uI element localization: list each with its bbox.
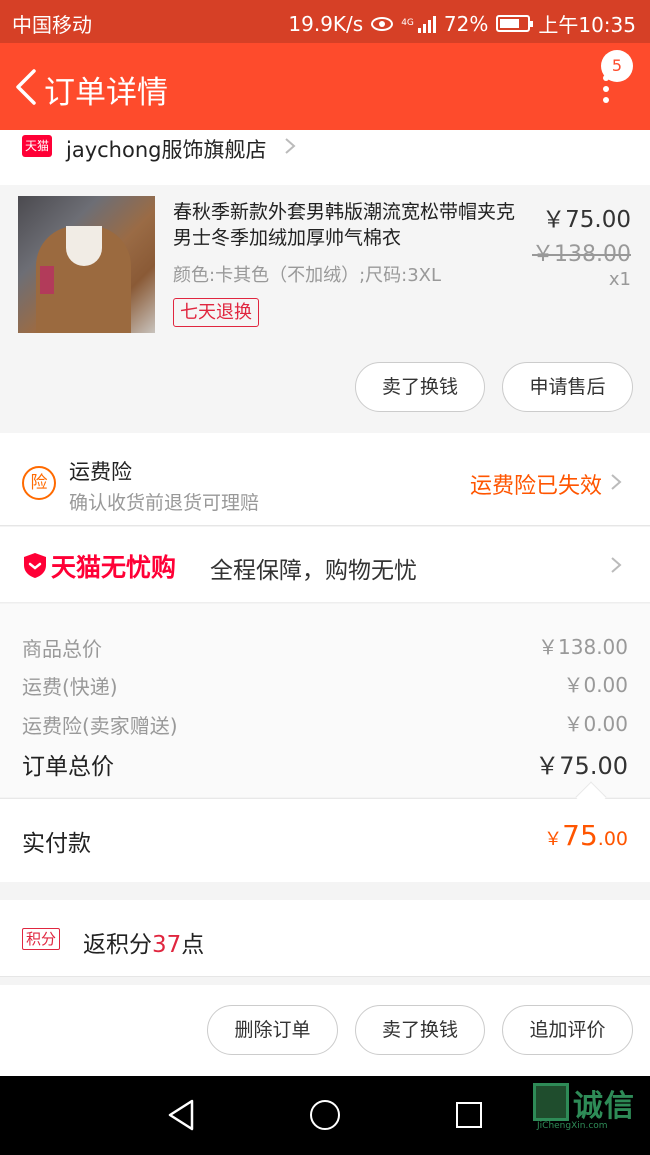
points-row: 积分 返积分37点 bbox=[0, 900, 650, 977]
price-summary: 商品总价 ￥138.00 运费(快递) ￥0.00 运费险(卖家赠送) ￥0.0… bbox=[0, 604, 650, 797]
guarantee-text: 全程保障，购物无忧 bbox=[210, 558, 417, 584]
status-icons: 19.9K/s 4G 72% 上午10:35 bbox=[288, 9, 636, 38]
order-total-value: ￥75.00 bbox=[535, 752, 628, 780]
eye-icon bbox=[371, 16, 394, 31]
summary-value: ￥0.00 bbox=[563, 712, 628, 736]
freight-insurance-row[interactable]: 险 运费险 确认收货前退货可理赔 运费险已失效 bbox=[0, 433, 650, 526]
insurance-icon: 险 bbox=[22, 466, 56, 500]
clock: 上午10:35 bbox=[538, 13, 636, 37]
product-price: ￥75.00 bbox=[542, 207, 631, 233]
home-circle-icon[interactable] bbox=[310, 1100, 340, 1130]
product-title[interactable]: 春秋季新款外套男韩版潮流宽松带帽夹克男士冬季加绒加厚帅气棉衣 bbox=[173, 199, 523, 251]
original-price: ￥138.00 bbox=[532, 242, 631, 267]
store-row[interactable]: 天猫 jaychong服饰旗舰店 bbox=[0, 130, 650, 185]
chevron-right-icon bbox=[285, 138, 296, 154]
return-policy-badge: 七天退换 bbox=[173, 298, 259, 327]
tmall-guarantee-row[interactable]: 天猫无忧购 全程保障，购物无忧 bbox=[0, 527, 650, 603]
paid-amount-row: 实付款 ￥75.00 bbox=[0, 798, 650, 882]
status-bar: 中国移动 19.9K/s 4G 72% 上午10:35 bbox=[0, 0, 650, 43]
insurance-status[interactable]: 运费险已失效 bbox=[470, 468, 602, 500]
points-text: 返积分37点 bbox=[83, 932, 205, 958]
delete-order-button[interactable]: 删除订单 bbox=[207, 1005, 338, 1055]
guarantee-brand: 天猫无忧购 bbox=[51, 553, 177, 582]
summary-label: 运费险(卖家赠送) bbox=[22, 714, 178, 738]
recent-apps-icon[interactable] bbox=[456, 1102, 482, 1128]
product-sku: 颜色:卡其色（不加绒）;尺码:3XL bbox=[173, 265, 442, 286]
store-name[interactable]: jaychong服饰旗舰店 bbox=[66, 134, 266, 164]
resell-button[interactable]: 卖了换钱 bbox=[355, 362, 485, 412]
points-tag: 积分 bbox=[22, 928, 61, 950]
product-card[interactable]: 春秋季新款外套男韩版潮流宽松带帽夹克男士冬季加绒加厚帅气棉衣 颜色:卡其色（不加… bbox=[0, 185, 650, 433]
system-nav-bar: 诚信 JiChengXin.com bbox=[0, 1076, 650, 1155]
page-title: 订单详情 bbox=[44, 75, 168, 111]
action-bar: 删除订单 卖了换钱 追加评价 bbox=[0, 985, 650, 1076]
battery-icon bbox=[496, 15, 534, 32]
product-image[interactable] bbox=[18, 196, 155, 333]
carrier-name: 中国移动 bbox=[12, 13, 92, 37]
product-quantity: x1 bbox=[608, 269, 631, 290]
signal-icon bbox=[417, 15, 436, 33]
chevron-left-icon[interactable] bbox=[12, 67, 48, 107]
watermark-logo: 诚信 JiChengXin.com bbox=[533, 1081, 648, 1131]
shield-icon bbox=[24, 553, 46, 578]
summary-label: 运费(快递) bbox=[22, 675, 118, 699]
battery-percent: 72% bbox=[443, 11, 489, 36]
order-total-label: 订单总价 bbox=[22, 754, 114, 780]
resell-button[interactable]: 卖了换钱 bbox=[355, 1005, 485, 1055]
app-header: 订单详情 5 bbox=[0, 43, 650, 130]
summary-label: 商品总价 bbox=[22, 637, 102, 661]
paid-amount: ￥75.00 bbox=[544, 819, 628, 852]
network-speed: 19.9K/s bbox=[288, 11, 364, 36]
summary-value: ￥0.00 bbox=[563, 673, 628, 697]
add-review-button[interactable]: 追加评价 bbox=[502, 1005, 633, 1055]
insurance-subtitle: 确认收货前退货可理赔 bbox=[69, 492, 260, 514]
chevron-right-icon bbox=[611, 557, 622, 573]
tmall-logo-icon: 天猫 bbox=[22, 135, 52, 157]
after-sale-button[interactable]: 申请售后 bbox=[502, 362, 633, 412]
back-triangle-icon[interactable] bbox=[166, 1098, 196, 1132]
network-type: 4G bbox=[401, 18, 414, 28]
summary-value: ￥138.00 bbox=[538, 635, 628, 659]
chevron-right-icon bbox=[611, 474, 622, 490]
insurance-title: 运费险 bbox=[69, 460, 132, 484]
notification-badge[interactable]: 5 bbox=[601, 50, 633, 82]
paid-label: 实付款 bbox=[22, 831, 91, 857]
